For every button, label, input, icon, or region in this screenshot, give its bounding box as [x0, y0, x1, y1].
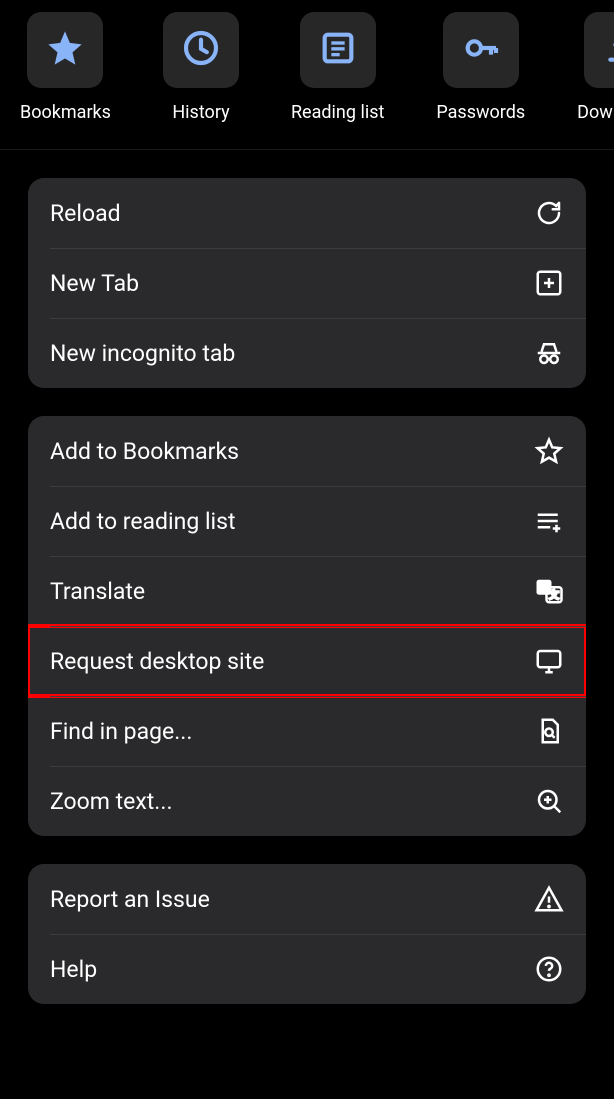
- menu-group-1: Reload New Tab New incognito tab: [28, 178, 586, 388]
- quick-access-bar: Bookmarks History Reading list Passwords…: [0, 0, 614, 150]
- menu-item-label: Help: [50, 956, 97, 983]
- quick-reading-list[interactable]: Reading list: [291, 12, 384, 123]
- menu-item-label: Zoom text...: [50, 788, 173, 815]
- menu-zoom-text[interactable]: Zoom text...: [28, 766, 586, 836]
- plus-box-icon: [534, 268, 564, 298]
- menu-find-in-page[interactable]: Find in page...: [28, 696, 586, 766]
- star-outline-icon: [534, 436, 564, 466]
- quick-label: Reading list: [291, 102, 384, 123]
- incognito-icon: [534, 338, 564, 368]
- quick-history[interactable]: History: [163, 12, 239, 123]
- list-icon: [318, 28, 358, 72]
- menu-item-label: Find in page...: [50, 718, 192, 745]
- help-icon: [534, 954, 564, 984]
- svg-text:G: G: [541, 583, 548, 594]
- svg-text:文: 文: [549, 589, 559, 602]
- menu-incognito[interactable]: New incognito tab: [28, 318, 586, 388]
- quick-label: Bookmarks: [20, 102, 111, 123]
- menu-item-label: Report an Issue: [50, 886, 210, 913]
- menu-reload[interactable]: Reload: [28, 178, 586, 248]
- find-in-page-icon: [534, 716, 564, 746]
- monitor-icon: [534, 646, 564, 676]
- menu-item-label: New Tab: [50, 270, 139, 297]
- list-add-icon: [534, 506, 564, 536]
- key-icon: [461, 28, 501, 72]
- zoom-in-icon: [534, 786, 564, 816]
- quick-passwords[interactable]: Passwords: [436, 12, 525, 123]
- download-icon: [602, 28, 614, 72]
- star-icon: [45, 28, 85, 72]
- quick-downloads[interactable]: Downloads: [577, 12, 614, 123]
- menu-translate[interactable]: Translate G文: [28, 556, 586, 626]
- menu-group-3: Report an Issue Help: [28, 864, 586, 1004]
- menu-add-reading-list[interactable]: Add to reading list: [28, 486, 586, 556]
- quick-label: Passwords: [436, 102, 525, 123]
- warning-icon: [534, 884, 564, 914]
- menu-request-desktop-site[interactable]: Request desktop site: [28, 626, 586, 696]
- quick-label: Downloads: [577, 102, 614, 123]
- menu-item-label: New incognito tab: [50, 340, 235, 367]
- clock-icon: [181, 28, 221, 72]
- reload-icon: [534, 198, 564, 228]
- menu-item-label: Request desktop site: [50, 648, 264, 675]
- menu-item-label: Translate: [50, 578, 145, 605]
- menu-report-issue[interactable]: Report an Issue: [28, 864, 586, 934]
- menu-new-tab[interactable]: New Tab: [28, 248, 586, 318]
- menu-item-label: Add to reading list: [50, 508, 236, 535]
- menu-help[interactable]: Help: [28, 934, 586, 1004]
- menu-item-label: Add to Bookmarks: [50, 438, 239, 465]
- translate-icon: G文: [534, 576, 564, 606]
- quick-bookmarks[interactable]: Bookmarks: [20, 12, 111, 123]
- menu-add-bookmarks[interactable]: Add to Bookmarks: [28, 416, 586, 486]
- menu-group-2: Add to Bookmarks Add to reading list Tra…: [28, 416, 586, 836]
- menu-item-label: Reload: [50, 200, 121, 227]
- quick-label: History: [172, 102, 229, 123]
